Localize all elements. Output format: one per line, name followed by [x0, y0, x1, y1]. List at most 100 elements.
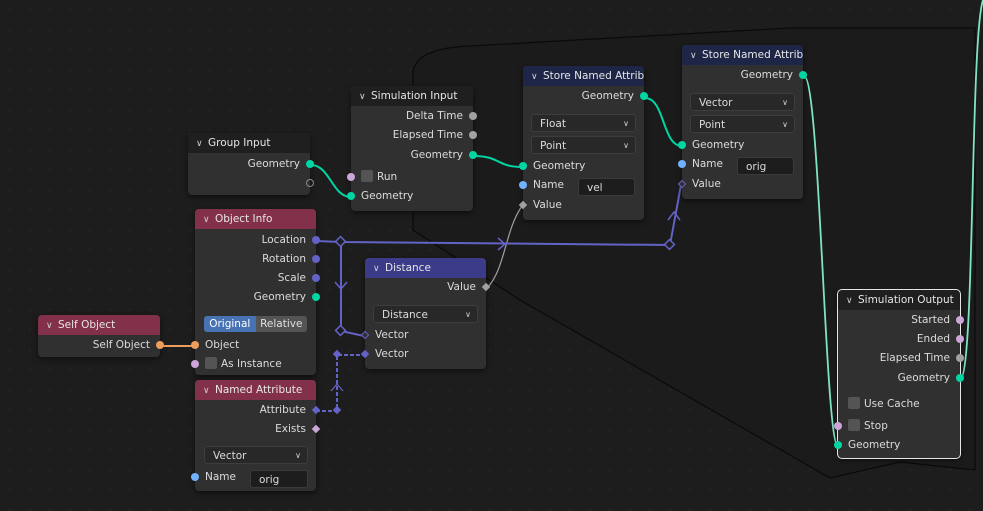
node-header[interactable]: ∨ Group Input: [188, 133, 310, 153]
chevron-down-icon[interactable]: ∨: [359, 87, 371, 106]
float-socket-icon[interactable]: [469, 131, 477, 139]
transform-space-toggle[interactable]: Original Relative: [204, 316, 307, 332]
node-header[interactable]: ∨Store Named Attribute: [682, 45, 803, 65]
geometry-socket-icon[interactable]: [306, 160, 314, 168]
simulation-output-node[interactable]: ∨ Simulation Output Started Ended Elapsed…: [834, 289, 964, 459]
output-location: Location: [195, 231, 320, 250]
vector-socket-icon[interactable]: [312, 255, 320, 263]
geometry-socket-icon[interactable]: [834, 441, 842, 449]
chevron-down-icon: ∨: [295, 451, 301, 460]
geometry-socket-icon[interactable]: [956, 374, 964, 382]
node-links: [161, 0, 983, 447]
geometry-socket-icon[interactable]: [469, 151, 477, 159]
chevron-down-icon[interactable]: ∨: [203, 381, 215, 400]
object-socket-icon[interactable]: [156, 341, 164, 349]
node-header[interactable]: ∨ Simulation Output: [838, 290, 960, 310]
node-header[interactable]: ∨ Object Info: [195, 209, 316, 229]
input-object: Object: [191, 336, 316, 355]
geometry-socket-icon[interactable]: [519, 162, 527, 170]
object-info-node[interactable]: ∨ Object Info Location Rotation Scale Geo…: [191, 209, 320, 375]
domain-dropdown[interactable]: Point ∨: [531, 136, 636, 154]
input-as-instance[interactable]: As Instance: [191, 355, 316, 374]
empty-socket-icon[interactable]: [306, 179, 314, 187]
chevron-down-icon[interactable]: ∨: [196, 134, 208, 153]
boolean-socket-icon[interactable]: [191, 360, 199, 368]
link-store-1-to-store-2: [644, 97, 683, 147]
reroute-diamond: [663, 238, 676, 251]
output-delta-time: Delta Time: [351, 107, 477, 126]
use-cache-option[interactable]: Use Cache: [838, 395, 960, 414]
input-run[interactable]: Run: [347, 168, 473, 187]
input-geometry: Geometry: [519, 157, 644, 176]
vector-socket-icon[interactable]: [312, 274, 320, 282]
boolean-socket-icon[interactable]: [834, 422, 842, 430]
node-header[interactable]: ∨ Simulation Input: [351, 86, 473, 106]
group-input-node[interactable]: ∨ Group Input Geometry: [188, 133, 314, 195]
store-named-attribute-node-1[interactable]: ∨Store Named Attribute Geometry Float∨ P…: [518, 66, 648, 220]
name-field[interactable]: orig: [250, 470, 308, 488]
chevron-down-icon[interactable]: ∨: [203, 210, 215, 229]
vector-socket-icon[interactable]: [312, 236, 320, 244]
distance-node[interactable]: ∨ Distance Value Distance ∨ Vector Vector: [360, 258, 491, 369]
chevron-down-icon[interactable]: ∨: [373, 259, 385, 278]
boolean-socket-icon[interactable]: [347, 173, 355, 181]
named-attribute-node[interactable]: ∨ Named Attribute Attribute Exists Vector…: [191, 380, 321, 491]
as-instance-checkbox[interactable]: [205, 357, 217, 369]
domain-dropdown[interactable]: Point ∨: [690, 115, 795, 133]
node-header[interactable]: ∨ Distance: [365, 258, 486, 278]
stop-checkbox[interactable]: [848, 419, 860, 431]
chevron-down-icon[interactable]: ∨: [46, 316, 58, 335]
object-socket-icon[interactable]: [191, 341, 199, 349]
float-socket-icon[interactable]: [956, 354, 964, 362]
node-header[interactable]: ∨ Named Attribute: [195, 380, 316, 400]
chevron-down-icon[interactable]: ∨: [846, 291, 858, 310]
output-ended: Ended: [838, 330, 964, 349]
geometry-socket-icon[interactable]: [678, 141, 686, 149]
float-socket-icon[interactable]: [469, 112, 477, 120]
geometry-socket-icon[interactable]: [312, 293, 320, 301]
output-geometry: Geometry: [195, 288, 320, 307]
string-socket-icon[interactable]: [678, 160, 686, 168]
output-rotation: Rotation: [195, 250, 320, 269]
relative-option[interactable]: Relative: [255, 316, 307, 332]
string-socket-icon[interactable]: [519, 181, 527, 189]
output-elapsed-time: Elapsed Time: [838, 349, 964, 368]
chevron-down-icon[interactable]: ∨: [690, 46, 702, 65]
geometry-socket-icon[interactable]: [799, 71, 807, 79]
node-header[interactable]: ∨ Self Object: [38, 315, 160, 335]
use-cache-checkbox[interactable]: [848, 397, 860, 409]
data-type-dropdown[interactable]: Vector ∨: [690, 93, 795, 111]
chevron-down-icon: ∨: [623, 141, 629, 150]
output-self-object: Self Object: [38, 336, 164, 355]
chevron-down-icon: ∨: [782, 120, 788, 129]
link-location-to-distance: [340, 242, 365, 337]
output-geometry: Geometry: [838, 369, 964, 388]
original-option[interactable]: Original: [204, 316, 256, 332]
geometry-socket-icon[interactable]: [640, 92, 648, 100]
chevron-down-icon[interactable]: ∨: [531, 67, 543, 86]
operation-dropdown[interactable]: Distance ∨: [373, 305, 478, 323]
node-header[interactable]: ∨Store Named Attribute: [523, 66, 644, 86]
output-geometry: Geometry: [188, 155, 314, 174]
run-checkbox[interactable]: [361, 170, 373, 182]
simulation-input-node[interactable]: ∨ Simulation Input Delta Time Elapsed Tim…: [347, 86, 477, 211]
data-type-dropdown[interactable]: Vector ∨: [204, 446, 308, 464]
input-vector-2: Vector: [360, 345, 486, 364]
store-named-attribute-node-2[interactable]: ∨Store Named Attribute Geometry Vector∨ …: [677, 45, 807, 199]
link-attribute-to-distance: [316, 354, 364, 412]
stop-option[interactable]: Stop: [834, 417, 960, 436]
output-geometry: Geometry: [351, 146, 477, 165]
reroute-diamond: [334, 324, 347, 337]
output-value: Value: [365, 278, 491, 297]
data-type-dropdown[interactable]: Float ∨: [531, 114, 636, 132]
geometry-socket-icon[interactable]: [347, 192, 355, 200]
link-store-2-to-sim-output: [803, 75, 839, 447]
boolean-socket-icon[interactable]: [956, 335, 964, 343]
name-field[interactable]: orig: [737, 157, 794, 175]
input-geometry: Geometry: [834, 436, 960, 455]
name-field[interactable]: vel: [578, 178, 635, 196]
boolean-socket-icon[interactable]: [956, 316, 964, 324]
output-exists: Exists: [195, 420, 321, 439]
string-socket-icon[interactable]: [191, 473, 199, 481]
self-object-node[interactable]: ∨ Self Object Self Object: [38, 315, 164, 357]
